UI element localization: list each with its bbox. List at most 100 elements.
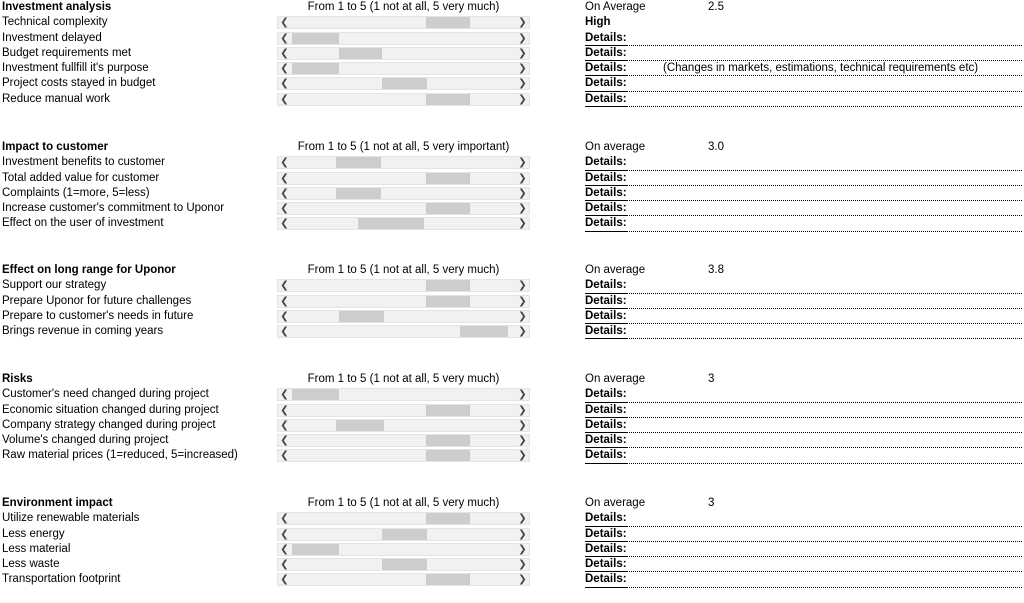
slider-thumb[interactable] — [426, 450, 470, 462]
slider-thumb[interactable] — [339, 310, 384, 322]
slider-thumb[interactable] — [292, 32, 339, 44]
rating-slider[interactable]: ❮ ❯ — [277, 92, 530, 106]
slider-thumb[interactable] — [336, 419, 384, 431]
chevron-right-icon[interactable]: ❯ — [516, 295, 529, 307]
chevron-left-icon[interactable]: ❮ — [278, 157, 291, 169]
chevron-right-icon[interactable]: ❯ — [516, 63, 529, 75]
detail-input-row[interactable]: Details: — [585, 309, 1022, 325]
chevron-left-icon[interactable]: ❮ — [278, 574, 291, 586]
detail-input-row[interactable]: Details: — [585, 511, 1022, 527]
slider-thumb[interactable] — [426, 93, 470, 105]
chevron-left-icon[interactable]: ❮ — [278, 419, 291, 431]
chevron-right-icon[interactable]: ❯ — [516, 574, 529, 586]
chevron-left-icon[interactable]: ❮ — [278, 32, 291, 44]
slider-thumb[interactable] — [426, 435, 470, 447]
chevron-left-icon[interactable]: ❮ — [278, 389, 291, 401]
detail-input-row[interactable]: Details: — [585, 418, 1022, 434]
chevron-left-icon[interactable]: ❮ — [278, 63, 291, 75]
slider-thumb[interactable] — [336, 187, 381, 199]
chevron-right-icon[interactable]: ❯ — [516, 404, 529, 416]
slider-thumb[interactable] — [339, 47, 382, 59]
slider-thumb[interactable] — [426, 295, 470, 307]
detail-input-row[interactable]: Details: — [585, 201, 1022, 217]
slider-thumb[interactable] — [292, 63, 339, 75]
chevron-right-icon[interactable]: ❯ — [516, 389, 529, 401]
rating-slider[interactable]: ❮ ❯ — [277, 186, 530, 200]
chevron-left-icon[interactable]: ❮ — [278, 559, 291, 571]
slider-thumb[interactable] — [426, 404, 470, 416]
rating-slider[interactable]: ❮ ❯ — [277, 217, 530, 231]
chevron-right-icon[interactable]: ❯ — [516, 419, 529, 431]
rating-slider[interactable]: ❮ ❯ — [277, 512, 530, 526]
rating-slider[interactable]: ❮ ❯ — [277, 325, 530, 339]
rating-slider[interactable]: ❮ ❯ — [277, 77, 530, 91]
rating-slider[interactable]: ❮ ❯ — [277, 62, 530, 76]
chevron-right-icon[interactable]: ❯ — [516, 17, 529, 29]
chevron-left-icon[interactable]: ❮ — [278, 78, 291, 90]
detail-input-row[interactable]: Details: — [585, 216, 1022, 232]
rating-slider[interactable]: ❮ ❯ — [277, 388, 530, 402]
rating-slider[interactable]: ❮ ❯ — [277, 558, 530, 572]
slider-thumb[interactable] — [382, 528, 427, 540]
slider-thumb[interactable] — [292, 543, 339, 555]
chevron-right-icon[interactable]: ❯ — [516, 203, 529, 215]
chevron-left-icon[interactable]: ❮ — [278, 326, 291, 338]
chevron-left-icon[interactable]: ❮ — [278, 203, 291, 215]
rating-slider[interactable]: ❮ ❯ — [277, 202, 530, 216]
rating-slider[interactable]: ❮ ❯ — [277, 449, 530, 463]
rating-slider[interactable]: ❮ ❯ — [277, 542, 530, 556]
slider-thumb[interactable] — [460, 326, 508, 338]
detail-input-row[interactable]: Details: — [585, 294, 1022, 309]
rating-slider[interactable]: ❮ ❯ — [277, 156, 530, 170]
detail-input-row[interactable]: Details: — [585, 171, 1022, 186]
chevron-right-icon[interactable]: ❯ — [516, 187, 529, 199]
slider-thumb[interactable] — [426, 17, 470, 29]
detail-input-row[interactable]: Details: — [585, 557, 1022, 573]
chevron-left-icon[interactable]: ❮ — [278, 187, 291, 199]
detail-input-row[interactable]: Details: — [585, 46, 1022, 62]
slider-thumb[interactable] — [426, 203, 470, 215]
chevron-left-icon[interactable]: ❮ — [278, 47, 291, 59]
rating-slider[interactable]: ❮ ❯ — [277, 527, 530, 541]
detail-input-row[interactable]: Details: — [585, 155, 1022, 171]
chevron-right-icon[interactable]: ❯ — [516, 93, 529, 105]
chevron-left-icon[interactable]: ❮ — [278, 435, 291, 447]
chevron-left-icon[interactable]: ❮ — [278, 295, 291, 307]
detail-input-row[interactable]: Details: — [585, 76, 1022, 92]
detail-input-row[interactable]: Details: — [585, 324, 1022, 340]
rating-slider[interactable]: ❮ ❯ — [277, 403, 530, 417]
slider-thumb[interactable] — [358, 218, 424, 230]
detail-input-row[interactable]: Details: — [585, 92, 1022, 108]
chevron-right-icon[interactable]: ❯ — [516, 310, 529, 322]
detail-input-row[interactable]: Details: — [585, 403, 1022, 418]
detail-input-row[interactable]: Details: — [585, 542, 1022, 558]
chevron-left-icon[interactable]: ❮ — [278, 172, 291, 184]
detail-input-row[interactable]: Details: — [585, 448, 1022, 464]
detail-input-row[interactable]: Details: — [585, 572, 1022, 588]
chevron-left-icon[interactable]: ❮ — [278, 218, 291, 230]
slider-thumb[interactable] — [426, 574, 470, 586]
chevron-right-icon[interactable]: ❯ — [516, 326, 529, 338]
chevron-right-icon[interactable]: ❯ — [516, 559, 529, 571]
detail-input-row[interactable]: Details: — [585, 31, 1022, 46]
chevron-right-icon[interactable]: ❯ — [516, 450, 529, 462]
rating-slider[interactable]: ❮ ❯ — [277, 46, 530, 60]
rating-slider[interactable]: ❮ ❯ — [277, 309, 530, 323]
rating-slider[interactable]: ❮ ❯ — [277, 16, 530, 30]
chevron-left-icon[interactable]: ❮ — [278, 528, 291, 540]
chevron-left-icon[interactable]: ❮ — [278, 93, 291, 105]
slider-thumb[interactable] — [426, 513, 470, 525]
chevron-left-icon[interactable]: ❮ — [278, 450, 291, 462]
chevron-right-icon[interactable]: ❯ — [516, 47, 529, 59]
detail-input-row[interactable]: Details: (Changes in markets, estimations… — [585, 61, 1022, 77]
chevron-left-icon[interactable]: ❮ — [278, 404, 291, 416]
detail-input-row[interactable]: Details: — [585, 433, 1022, 449]
detail-input-row[interactable]: Details: — [585, 387, 1022, 403]
rating-slider[interactable]: ❮ ❯ — [277, 279, 530, 293]
chevron-right-icon[interactable]: ❯ — [516, 528, 529, 540]
chevron-left-icon[interactable]: ❮ — [278, 280, 291, 292]
chevron-right-icon[interactable]: ❯ — [516, 172, 529, 184]
chevron-right-icon[interactable]: ❯ — [516, 435, 529, 447]
detail-input-row[interactable]: Details: — [585, 186, 1022, 202]
slider-thumb[interactable] — [426, 172, 470, 184]
